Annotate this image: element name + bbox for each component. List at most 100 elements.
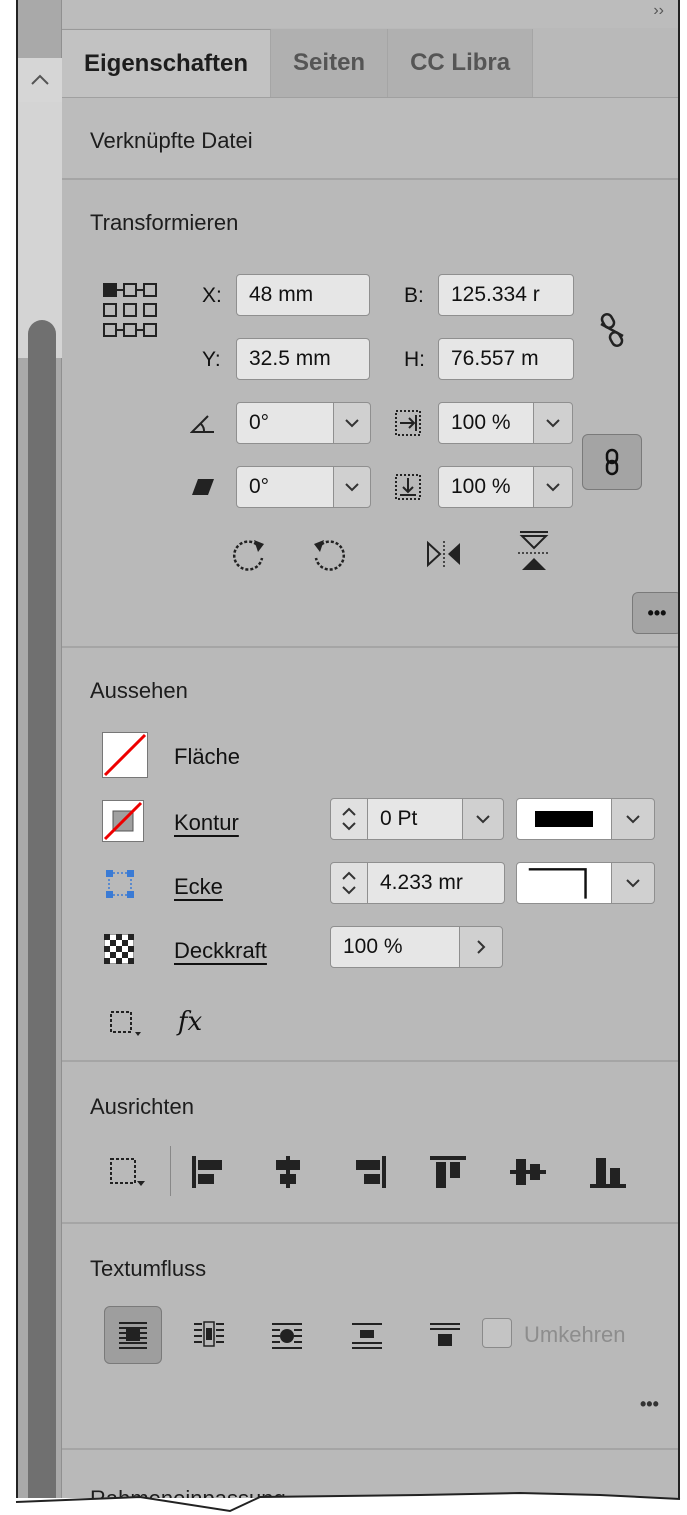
wrap-bounding-box-icon[interactable] [190,1316,228,1354]
wrap-object-shape-icon[interactable] [268,1316,306,1354]
chevron-down-icon [345,418,359,427]
chevron-down-icon [626,878,640,887]
chevron-down-icon [476,814,490,823]
left-scrollbar[interactable] [18,0,62,1498]
jump-to-next-column-icon[interactable] [426,1316,464,1354]
rotation-angle-field[interactable]: 0° [236,402,334,444]
corner-size-field[interactable]: 4.233 mr [367,862,505,904]
object-effects-icon[interactable] [108,1006,144,1040]
scale-x-icon [392,408,424,438]
no-wrap-icon [119,1322,147,1349]
align-horizontal-center-icon[interactable] [268,1152,308,1192]
width-label: B: [404,284,424,307]
chevron-down-icon [626,814,640,823]
flip-horizontal-icon[interactable] [422,532,466,576]
link-icon [605,448,619,476]
corner-link[interactable]: Ecke [174,874,223,900]
width-field[interactable]: 125.334 r [438,274,574,316]
fill-label: Fläche [174,744,241,769]
shear-angle-field[interactable]: 0° [236,466,334,508]
properties-panel-window: ›› Eigenschaften Seiten CC Libra Verknüp… [16,0,680,1498]
opacity-slider-button[interactable] [459,926,503,968]
tab-bar: Eigenschaften Seiten CC Libra [62,28,678,98]
linked-file-section: Verknüpfte Datei [62,98,678,180]
y-position-field[interactable]: 32.5 mm [236,338,370,380]
x-label: X: [202,284,222,307]
fx-effects-icon[interactable]: fx [170,1004,210,1040]
stroke-weight-dropdown[interactable] [462,798,504,840]
scroll-track[interactable] [18,58,62,358]
rotate-counterclockwise-icon[interactable] [308,532,352,576]
jump-object-icon[interactable] [348,1316,386,1354]
tab-pages[interactable]: Seiten [271,29,389,97]
scroll-thumb[interactable] [28,320,56,1498]
y-label: Y: [202,348,221,371]
corner-shape-select[interactable] [516,862,612,904]
reference-point-icon[interactable] [100,280,160,340]
corner-shape-dropdown[interactable] [611,862,655,904]
chevron-up-icon [31,74,49,85]
flip-vertical-icon[interactable] [512,528,556,578]
appearance-title: Aussehen [90,678,188,703]
align-right-icon[interactable] [350,1152,390,1192]
rotate-angle-icon [188,408,218,438]
chevron-down-icon [345,482,359,491]
invert-checkbox[interactable] [482,1318,512,1348]
tab-cc-libraries[interactable]: CC Libra [388,29,534,97]
stroke-type-dropdown[interactable] [611,798,655,840]
shear-angle-icon [188,472,218,502]
opacity-checker-icon [102,932,136,966]
chevron-down-icon [546,482,560,491]
height-field[interactable]: 76.557 m [438,338,574,380]
align-bottom-icon[interactable] [586,1152,630,1192]
align-divider [170,1146,171,1196]
linked-file-title[interactable]: Verknüpfte Datei [90,128,253,154]
x-position-field[interactable]: 48 mm [236,274,370,316]
constrain-proportions-button[interactable] [582,434,642,490]
align-top-icon[interactable] [426,1152,470,1192]
torn-edge [0,1491,687,1515]
stroke-weight-field[interactable]: 0 Pt [367,798,463,840]
stroke-swatch-none[interactable] [102,800,144,842]
corner-size-stepper[interactable] [330,862,368,904]
scale-x-dropdown[interactable] [533,402,573,444]
stepper-arrows-icon [342,807,356,831]
corner-shape-preview-icon [528,868,587,899]
panel-content: ›› Eigenschaften Seiten CC Libra Verknüp… [62,0,678,1498]
stroke-type-select[interactable] [516,798,612,840]
invert-label: Umkehren [524,1322,626,1347]
opacity-field[interactable]: 100 % [330,926,460,968]
align-left-icon[interactable] [188,1152,228,1192]
scale-x-field[interactable]: 100 % [438,402,534,444]
fill-swatch-none[interactable] [102,732,148,778]
text-wrap-more-options-icon[interactable]: ••• [640,1394,659,1415]
scroll-up-button[interactable] [18,58,62,102]
panel-topbar: ›› [62,0,678,28]
chevron-right-icon [476,940,485,954]
stroke-weight-stepper[interactable] [330,798,368,840]
text-wrap-title: Textumfluss [90,1256,207,1281]
scale-y-dropdown[interactable] [533,466,573,508]
appearance-section: Aussehen Fläche Kontur 0 Pt Ecke 4.233 m… [62,648,678,1062]
opacity-link[interactable]: Deckkraft [174,938,267,964]
transform-section: Transformieren X: 48 mm B: 125.334 r Y: … [62,180,678,648]
shear-dropdown[interactable] [333,466,371,508]
chevron-down-icon [546,418,560,427]
align-to-selection-icon[interactable] [108,1152,148,1192]
transform-more-options-button[interactable]: ••• [632,592,678,634]
height-label: H: [404,348,425,371]
transform-title: Transformieren [90,210,239,235]
no-text-wrap-button[interactable] [104,1306,162,1364]
rotation-dropdown[interactable] [333,402,371,444]
unlink-icon[interactable] [592,310,632,350]
stroke-link[interactable]: Kontur [174,810,239,836]
scale-y-field[interactable]: 100 % [438,466,534,508]
stepper-arrows-icon [342,871,356,895]
panel-menu-chevron-icon[interactable]: ›› [653,2,664,20]
tab-properties[interactable]: Eigenschaften [62,29,272,97]
align-section: Ausrichten [62,1062,678,1224]
stroke-type-preview [535,811,593,827]
rotate-clockwise-icon[interactable] [226,532,270,576]
align-title: Ausrichten [90,1094,194,1119]
align-vertical-center-icon[interactable] [506,1152,550,1192]
